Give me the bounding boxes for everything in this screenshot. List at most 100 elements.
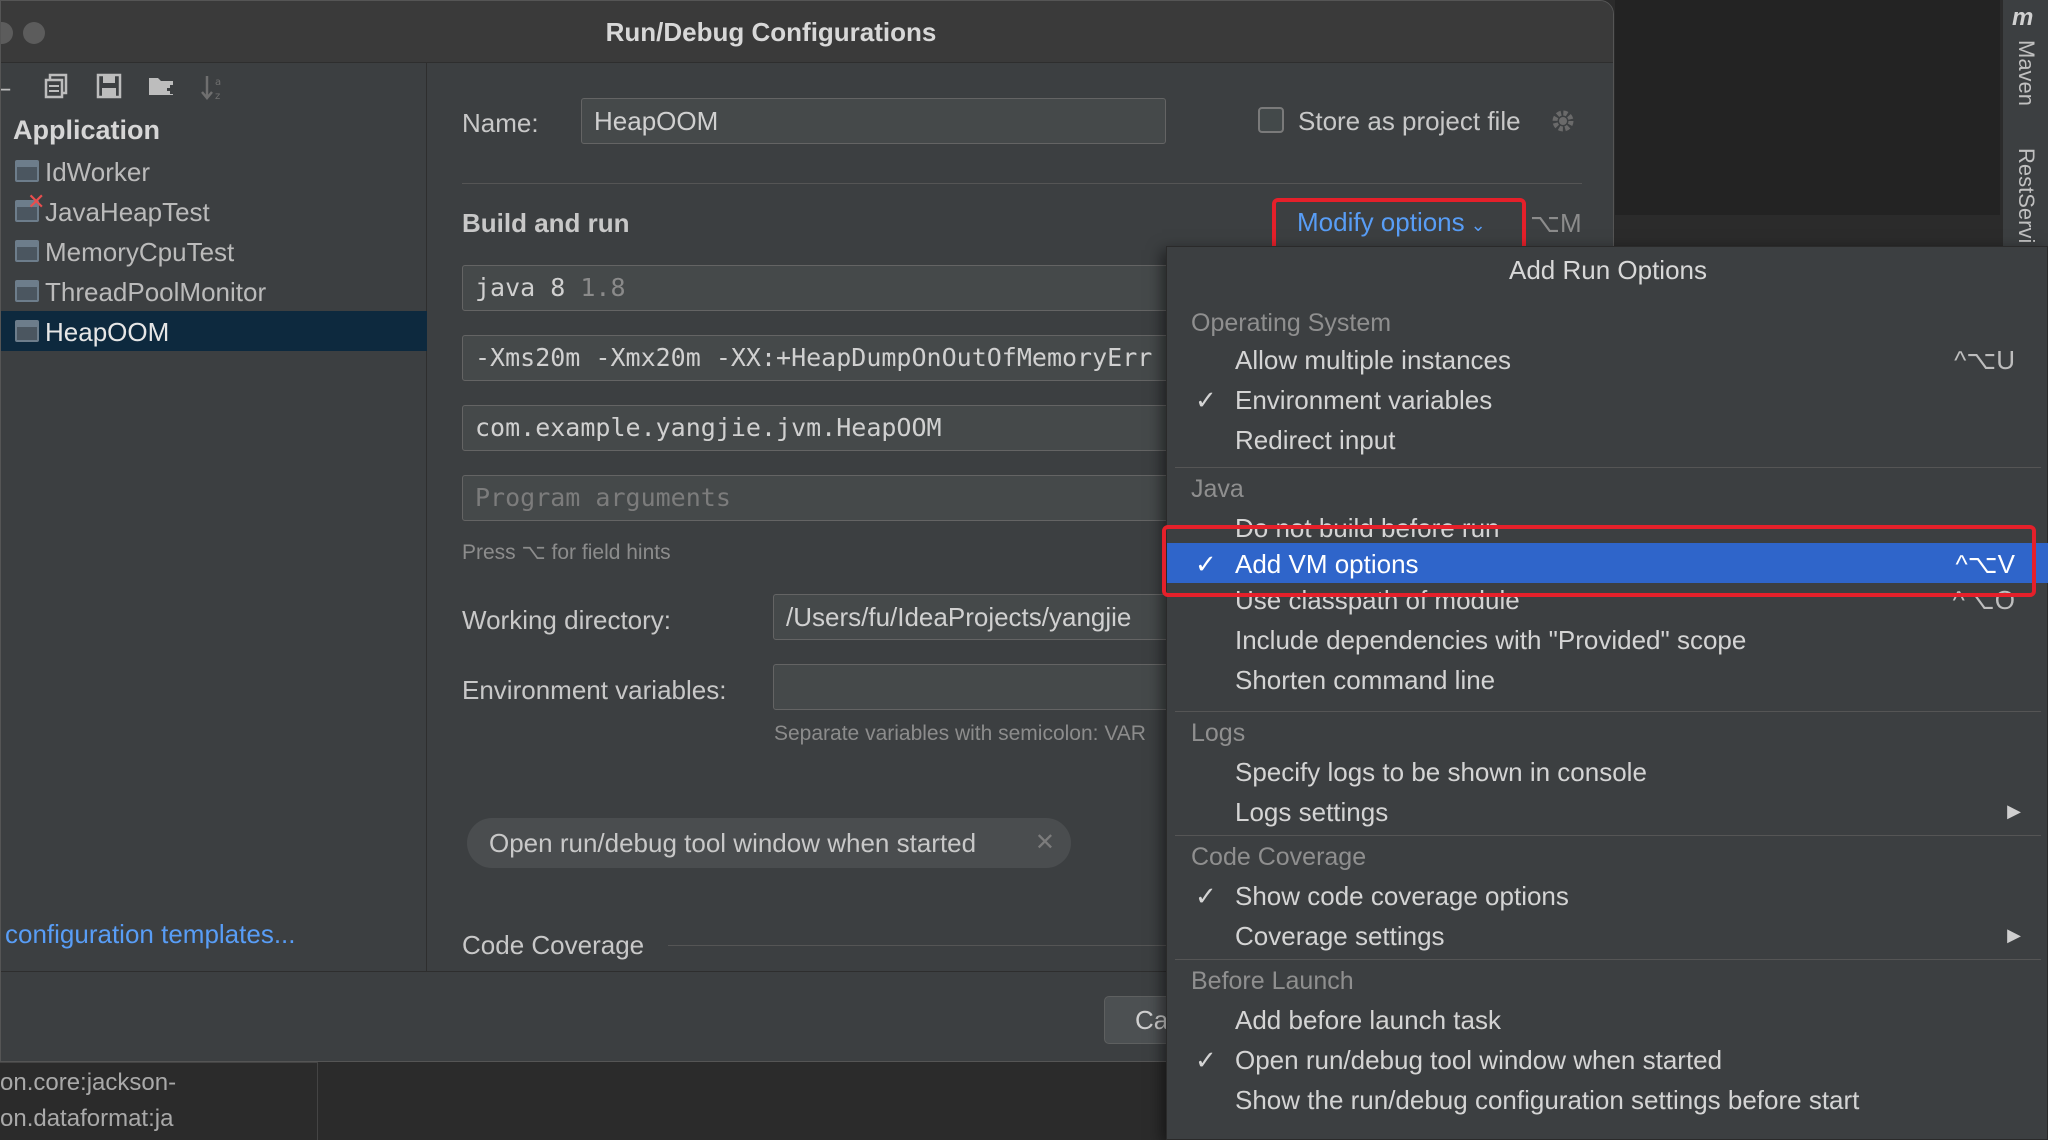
option-environment-variables[interactable]: ✓ Environment variables — [1167, 379, 2048, 419]
application-config-icon — [15, 240, 39, 262]
separator — [1175, 835, 2041, 836]
title-bar: Run/Debug Configurations — [1, 1, 1613, 63]
maven-logo-icon[interactable]: m — [2012, 4, 2033, 32]
option-shortcut: ^⌥U — [1954, 345, 2015, 375]
sort-icon[interactable]: az — [199, 73, 227, 102]
group-before-launch: Before Launch — [1191, 967, 1354, 995]
option-label: Include dependencies with "Provided" sco… — [1235, 625, 1747, 655]
option-label: Coverage settings — [1235, 921, 1445, 951]
option-logs-settings[interactable]: Logs settings ▶ — [1167, 791, 2048, 831]
tree-toolbar: – az — [1, 63, 427, 109]
option-shorten-command-line[interactable]: Shorten command line — [1167, 659, 2048, 699]
highlight-box-add-vm — [1162, 525, 2036, 597]
option-label: Show code coverage options — [1235, 881, 1569, 911]
store-project-label: Store as project file — [1298, 106, 1521, 136]
option-show-code-coverage[interactable]: ✓ Show code coverage options — [1167, 875, 2048, 915]
option-open-tool-window[interactable]: ✓ Open run/debug tool window when starte… — [1167, 1039, 2048, 1079]
environment-variables-input[interactable] — [773, 664, 1183, 710]
option-label: Redirect input — [1235, 425, 1396, 455]
working-directory-label: Working directory: — [462, 605, 672, 635]
chip-label: Open run/debug tool window when started — [489, 828, 977, 858]
tree-item-idworker[interactable]: IdWorker — [1, 151, 427, 191]
option-label: Open run/debug tool window when started — [1235, 1045, 1723, 1075]
remove-icon[interactable]: – — [1, 73, 17, 101]
separator — [1175, 959, 2041, 960]
folder-add-icon[interactable] — [147, 73, 176, 101]
option-label: Logs settings — [1235, 797, 1389, 827]
configuration-tree-panel: – az Application IdWorker ✕ JavaHeapTest — [1, 63, 427, 971]
option-specify-logs[interactable]: Specify logs to be shown in console — [1167, 751, 2048, 791]
option-label: Add before launch task — [1235, 1005, 1501, 1035]
separator — [462, 183, 1582, 184]
option-include-dependencies[interactable]: Include dependencies with "Provided" sco… — [1167, 619, 2048, 659]
option-redirect-input[interactable]: Redirect input — [1167, 419, 2048, 459]
jdk-version: 1.8 — [580, 273, 626, 302]
dependency-line: on.dataformat:ja — [0, 1105, 174, 1132]
option-add-before-launch-task[interactable]: Add before launch task — [1167, 999, 2048, 1039]
group-logs: Logs — [1191, 719, 1246, 747]
option-label: Environment variables — [1235, 385, 1493, 415]
add-run-options-popup: Add Run Options Operating System Allow m… — [1166, 246, 2048, 1140]
copy-icon[interactable] — [43, 73, 71, 101]
program-arguments-input[interactable]: Program arguments — [462, 475, 1182, 521]
error-icon: ✕ — [27, 189, 46, 214]
main-class-input[interactable]: com.example.yangjie.jvm.HeapOOM — [462, 405, 1182, 451]
edit-templates-link[interactable]: configuration templates... — [5, 919, 296, 950]
option-label: Specify logs to be shown in console — [1235, 757, 1647, 787]
maven-tool-tab[interactable]: Maven — [2013, 40, 2039, 106]
vm-options-input[interactable]: -Xms20m -Xmx20m -XX:+HeapDumpOnOutOfMemo… — [462, 335, 1182, 381]
tree-root-application[interactable]: Application — [13, 115, 160, 146]
tree-item-label: ThreadPoolMonitor — [45, 277, 267, 307]
gear-icon[interactable] — [1548, 106, 1578, 141]
option-allow-multiple-instances[interactable]: Allow multiple instances ^⌥U — [1167, 339, 2048, 379]
tree-item-label: MemoryCpuTest — [45, 237, 235, 267]
field-hint-text: Press ⌥ for field hints — [462, 541, 671, 564]
working-directory-input[interactable]: /Users/fu/IdeaProjects/yangjie — [773, 594, 1183, 640]
ide-dependency-list: on.core:jackson- on.dataformat:ja — [0, 1062, 318, 1140]
environment-variables-label: Environment variables: — [462, 675, 727, 705]
popup-title: Add Run Options — [1508, 255, 1707, 285]
group-java: Java — [1191, 475, 1244, 503]
application-config-icon — [15, 280, 39, 302]
tree-item-memorycputest[interactable]: MemoryCpuTest — [1, 231, 427, 271]
submenu-arrow-icon: ▶ — [2007, 925, 2021, 945]
name-label: Name: — [462, 108, 539, 138]
checkmark-icon: ✓ — [1195, 1045, 1217, 1075]
tree-item-heapoom[interactable]: HeapOOM — [1, 311, 427, 351]
open-tool-window-chip[interactable]: Open run/debug tool window when started … — [467, 818, 1071, 868]
application-config-icon — [15, 320, 39, 342]
jdk-value: java 8 — [475, 273, 566, 302]
option-coverage-settings[interactable]: Coverage settings ▶ — [1167, 915, 2048, 955]
application-config-icon — [15, 160, 39, 182]
group-code-coverage: Code Coverage — [1191, 843, 1367, 871]
option-label: Show the run/debug configuration setting… — [1235, 1085, 1860, 1115]
group-operating-system: Operating System — [1191, 309, 1392, 337]
environment-variables-hint: Separate variables with semicolon: VAR — [774, 722, 1146, 745]
save-icon[interactable] — [95, 73, 123, 101]
tree-item-threadpoolmonitor[interactable]: ThreadPoolMonitor — [1, 271, 427, 311]
separator — [668, 945, 1168, 946]
code-coverage-section-label: Code Coverage — [462, 930, 645, 960]
restservices-tool-tab[interactable]: RestServi — [2013, 148, 2039, 243]
separator — [1175, 711, 2041, 712]
modify-shortcut: ⌥M — [1530, 208, 1582, 238]
checkmark-icon: ✓ — [1195, 385, 1217, 415]
svg-text:a: a — [215, 77, 221, 88]
option-show-settings-before-start[interactable]: Show the run/debug configuration setting… — [1167, 1079, 2048, 1119]
close-icon[interactable]: ✕ — [1035, 828, 1055, 857]
name-input[interactable]: HeapOOM — [581, 98, 1166, 144]
editor-area — [1615, 0, 2000, 215]
tree-item-javaheaptest[interactable]: ✕ JavaHeapTest — [1, 189, 427, 231]
build-run-heading: Build and run — [462, 208, 630, 238]
jdk-select[interactable]: java 8 1.8 — [462, 265, 1182, 311]
dialog-title: Run/Debug Configurations — [605, 17, 937, 47]
submenu-arrow-icon: ▶ — [2007, 801, 2021, 821]
checkmark-icon: ✓ — [1195, 881, 1217, 911]
tree-item-label: HeapOOM — [45, 317, 170, 347]
tree-item-label: IdWorker — [45, 157, 150, 187]
svg-text:z: z — [215, 91, 220, 101]
store-project-checkbox[interactable] — [1258, 107, 1284, 133]
option-label: Shorten command line — [1235, 665, 1496, 695]
separator — [1175, 467, 2041, 468]
dependency-line: on.core:jackson- — [0, 1069, 177, 1096]
